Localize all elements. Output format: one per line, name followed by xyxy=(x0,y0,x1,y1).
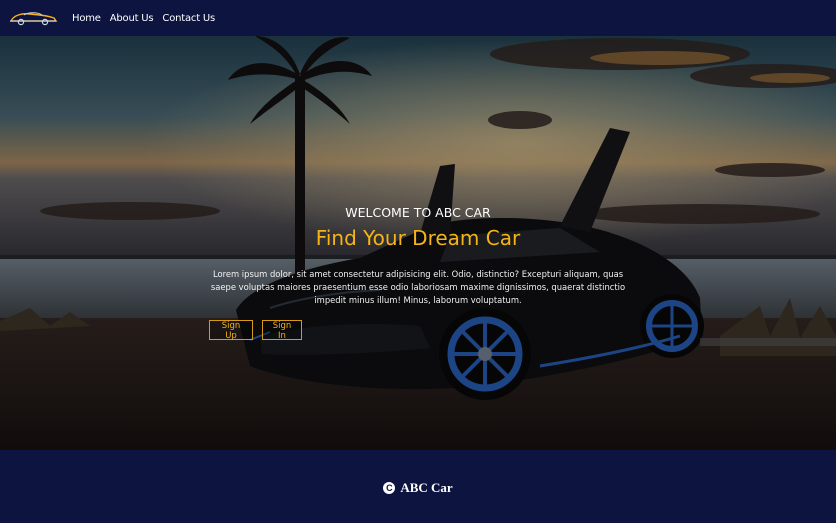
navbar: Home About Us Contact Us xyxy=(0,0,836,36)
hero-content: WELCOME TO ABC CAR Find Your Dream Car L… xyxy=(0,36,836,450)
nav-link-about[interactable]: About Us xyxy=(110,13,154,24)
copyright-icon: C xyxy=(383,481,396,494)
car-logo-icon[interactable] xyxy=(8,9,58,27)
nav-link-contact[interactable]: Contact Us xyxy=(162,13,215,24)
signup-button[interactable]: Sign Up xyxy=(209,320,253,341)
hero-welcome: WELCOME TO ABC CAR xyxy=(345,205,491,220)
footer: C ABC Car xyxy=(0,450,836,523)
hero-headline: Find Your Dream Car xyxy=(315,226,521,250)
footer-brand: ABC Car xyxy=(400,479,453,495)
nav-link-home[interactable]: Home xyxy=(72,13,101,24)
footer-copyright: C ABC Car xyxy=(383,479,453,496)
hero-section: WELCOME TO ABC CAR Find Your Dream Car L… xyxy=(0,36,836,450)
signin-button[interactable]: Sign In xyxy=(262,320,302,341)
hero-description: Lorem ipsum dolor, sit amet consectetur … xyxy=(210,269,626,305)
nav-links: Home About Us Contact Us xyxy=(72,13,215,24)
